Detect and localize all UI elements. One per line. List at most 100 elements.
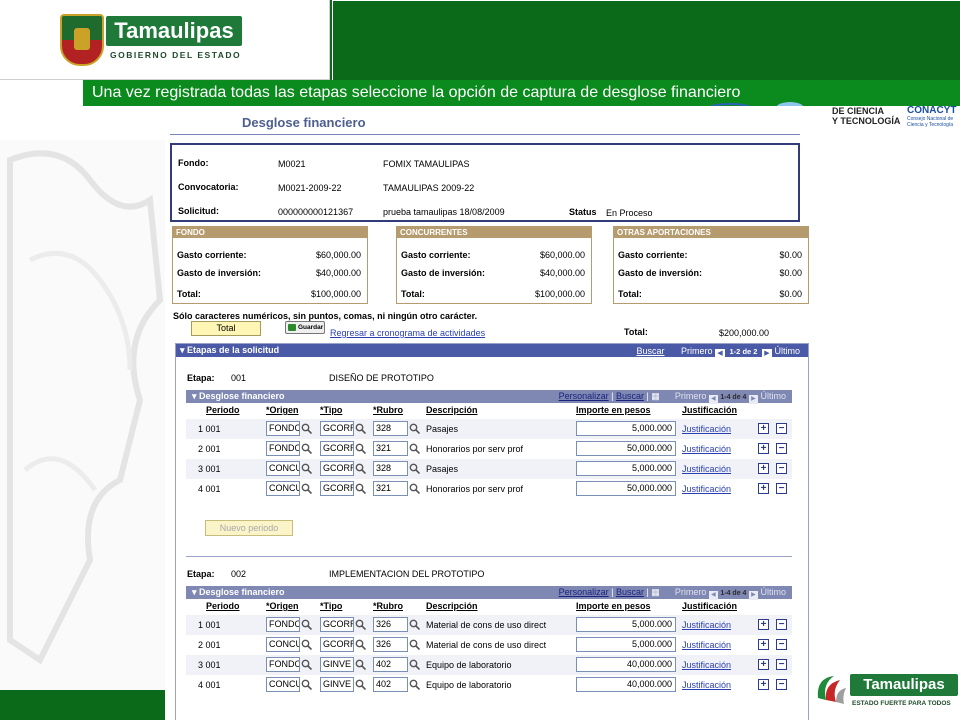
rubro-input[interactable]: 326 (373, 637, 408, 652)
etapas-buscar-link[interactable]: Buscar (636, 346, 664, 356)
grid-buscar-link[interactable]: Buscar (616, 587, 644, 597)
delete-row-minus-icon[interactable]: − (776, 423, 787, 434)
column-header[interactable]: *Rubro (373, 601, 403, 613)
origen-input[interactable]: FONDO (266, 617, 300, 632)
nuevo-periodo-button[interactable]: Nuevo periodo (205, 520, 293, 536)
justificacion-link[interactable]: Justificación (682, 444, 731, 454)
money-row: Gasto corriente: $60,000.00 (401, 250, 585, 262)
collapse-triangle-icon[interactable]: ▾ (192, 391, 199, 401)
delete-row-minus-icon[interactable]: − (776, 483, 787, 494)
delete-row-minus-icon[interactable]: − (776, 443, 787, 454)
justificacion-link[interactable]: Justificación (682, 640, 731, 650)
rubro-input[interactable]: 328 (373, 461, 408, 476)
delete-row-minus-icon[interactable]: − (776, 463, 787, 474)
tipo-input[interactable]: GCORR (320, 617, 354, 632)
grid-header: ▾ Desglose financiero Personalizar | Busc… (186, 586, 792, 600)
justificacion-link[interactable]: Justificación (682, 680, 731, 690)
fondo-totals-box: FONDO Gasto corriente: $60,000.00 Gasto d… (172, 226, 368, 304)
add-row-plus-icon[interactable]: + (758, 619, 769, 630)
numeric-note: Sólo caracteres numéricos, sin puntos, c… (173, 311, 478, 321)
column-header[interactable]: *Origen (266, 601, 299, 613)
column-header[interactable]: *Tipo (320, 405, 342, 417)
add-row-plus-icon[interactable]: + (758, 659, 769, 670)
prev-arrow-icon[interactable]: ◀ (715, 349, 725, 359)
delete-row-minus-icon[interactable]: − (776, 639, 787, 650)
column-header[interactable]: Descripción (426, 405, 478, 417)
justificacion-link[interactable]: Justificación (682, 660, 731, 670)
origen-input[interactable]: CONCU (266, 461, 300, 476)
add-row-plus-icon[interactable]: + (758, 443, 769, 454)
rubro-input[interactable]: 402 (373, 677, 408, 692)
tipo-input[interactable]: GCORR (320, 637, 354, 652)
total-button[interactable]: Total (191, 321, 261, 336)
collapse-triangle-icon[interactable]: ▾ (192, 587, 199, 597)
importe-input[interactable]: 40,000.000 (576, 657, 676, 672)
importe-input[interactable]: 5,000.000 (576, 617, 676, 632)
tipo-input[interactable]: GCORR (320, 461, 354, 476)
origen-input[interactable]: CONCU (266, 677, 300, 692)
origen-input[interactable]: FONDO (266, 421, 300, 436)
justificacion-link[interactable]: Justificación (682, 464, 731, 474)
rubro-input[interactable]: 321 (373, 441, 408, 456)
justificacion-link[interactable]: Justificación (682, 484, 731, 494)
justificacion-link[interactable]: Justificación (682, 424, 731, 434)
rubro-input[interactable]: 326 (373, 617, 408, 632)
add-row-plus-icon[interactable]: + (758, 463, 769, 474)
next-arrow-icon[interactable]: ▶ (748, 395, 758, 404)
grid-table-icon[interactable]: ▦ (651, 587, 660, 597)
column-header[interactable]: Importe en pesos (576, 601, 651, 613)
justificacion-link[interactable]: Justificación (682, 620, 731, 630)
row-descripcion: Equipo de laboratorio (426, 680, 512, 690)
column-header[interactable]: Importe en pesos (576, 405, 651, 417)
add-row-plus-icon[interactable]: + (758, 679, 769, 690)
etapa-label: Etapa: (187, 569, 215, 579)
importe-input[interactable]: 5,000.000 (576, 637, 676, 652)
tipo-input[interactable]: GINVE (320, 657, 354, 672)
collapse-triangle-icon[interactable]: ▾ (180, 345, 185, 355)
delete-row-minus-icon[interactable]: − (776, 659, 787, 670)
delete-row-minus-icon[interactable]: − (776, 679, 787, 690)
column-header[interactable]: Justificación (682, 405, 737, 417)
add-row-plus-icon[interactable]: + (758, 483, 769, 494)
column-header[interactable]: *Rubro (373, 405, 403, 417)
importe-input[interactable]: 50,000.000 (576, 441, 676, 456)
importe-input[interactable]: 5,000.000 (576, 421, 676, 436)
prev-arrow-icon[interactable]: ◀ (708, 591, 718, 600)
column-header[interactable]: Justificación (682, 601, 737, 613)
personalizar-link[interactable]: Personalizar (559, 587, 609, 597)
state-shield-icon (60, 14, 104, 66)
row-descripcion: Honorarios por serv prof (426, 444, 524, 454)
rubro-input[interactable]: 321 (373, 481, 408, 496)
rubro-input[interactable]: 328 (373, 421, 408, 436)
delete-row-minus-icon[interactable]: − (776, 619, 787, 630)
importe-input[interactable]: 40,000.000 (576, 677, 676, 692)
origen-input[interactable]: CONCU (266, 481, 300, 496)
add-row-plus-icon[interactable]: + (758, 423, 769, 434)
column-header[interactable]: *Origen (266, 405, 299, 417)
importe-input[interactable]: 50,000.000 (576, 481, 676, 496)
column-header[interactable]: Periodo (206, 601, 240, 613)
regresar-cronograma-link[interactable]: Regresar a cronograma de actividades (330, 328, 485, 338)
origen-input[interactable]: FONDO (266, 657, 300, 672)
footer-green-bar (0, 690, 165, 720)
grid-table-icon[interactable]: ▦ (651, 391, 660, 401)
column-header[interactable]: Descripción (426, 601, 478, 613)
tipo-input[interactable]: GCORR (320, 481, 354, 496)
next-arrow-icon[interactable]: ▶ (748, 591, 758, 600)
importe-input[interactable]: 5,000.000 (576, 461, 676, 476)
guardar-button[interactable]: Guardar (285, 321, 325, 334)
origen-input[interactable]: FONDO (266, 441, 300, 456)
tipo-input[interactable]: GCORR (320, 421, 354, 436)
column-header[interactable]: *Tipo (320, 601, 342, 613)
personalizar-link[interactable]: Personalizar (559, 391, 609, 401)
add-row-plus-icon[interactable]: + (758, 639, 769, 650)
origen-input[interactable]: CONCU (266, 637, 300, 652)
rubro-input[interactable]: 402 (373, 657, 408, 672)
next-arrow-icon[interactable]: ▶ (761, 349, 772, 359)
prev-arrow-icon[interactable]: ◀ (708, 395, 718, 404)
grid-buscar-link[interactable]: Buscar (616, 391, 644, 401)
convocatoria-name: TAMAULIPAS 2009-22 (383, 183, 475, 193)
column-header[interactable]: Periodo (206, 405, 240, 417)
tipo-input[interactable]: GINVE (320, 677, 354, 692)
tipo-input[interactable]: GCORR (320, 441, 354, 456)
